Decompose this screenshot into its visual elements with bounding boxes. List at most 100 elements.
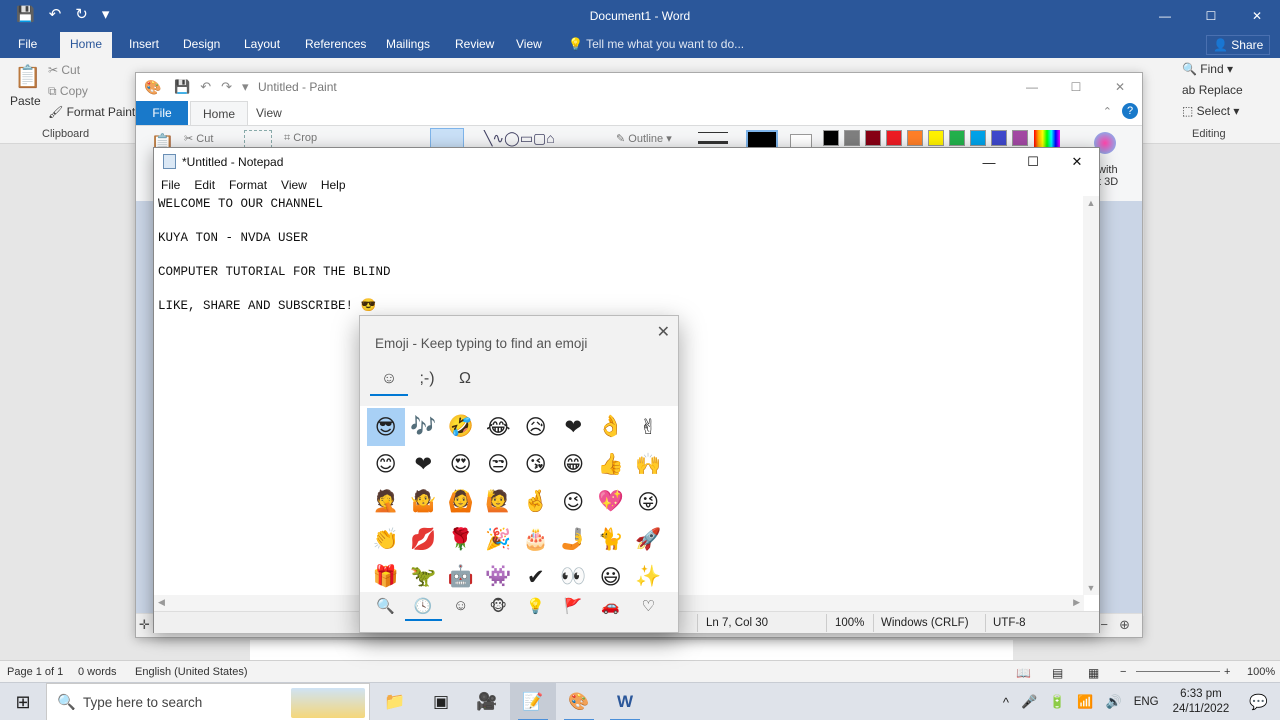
word-close-button[interactable]: ✕ <box>1234 0 1280 32</box>
battery-icon[interactable]: 🔋 <box>1043 694 1071 710</box>
zoom-app-icon[interactable]: 🎥 <box>464 683 510 720</box>
emoji-cell[interactable]: 😘 <box>517 446 555 484</box>
notepad-taskbar-icon[interactable]: 📝 <box>510 683 556 720</box>
emoji-cell[interactable]: 💖 <box>592 483 630 521</box>
palette-swatch[interactable] <box>970 130 986 146</box>
emoji-cell[interactable]: 🎶 <box>405 408 443 446</box>
paint-close-button[interactable]: ✕ <box>1098 73 1142 101</box>
notepad-vertical-scrollbar[interactable]: ▲ ▼ <box>1083 196 1099 595</box>
paint-zoom-in-icon[interactable]: ⊕ <box>1119 617 1130 633</box>
smiley-category-icon[interactable]: ☺ <box>442 597 480 621</box>
notification-center-icon[interactable]: 💬 <box>1237 693 1280 711</box>
scroll-right-arrow-icon[interactable]: ▶ <box>1073 597 1080 608</box>
palette-swatch[interactable] <box>865 130 881 146</box>
animals-category-icon[interactable]: 🐵 <box>480 597 518 621</box>
search-highlight-image[interactable] <box>291 688 365 718</box>
volume-icon[interactable]: 🔊 <box>1100 694 1128 710</box>
page-count[interactable]: Page 1 of 1 <box>7 666 63 678</box>
read-mode-icon[interactable]: 📖 <box>1016 666 1031 680</box>
emoji-cell[interactable]: 😜 <box>630 483 668 521</box>
emoji-cell[interactable]: 🤞 <box>517 483 555 521</box>
emoji-cell[interactable]: 🙋 <box>480 483 518 521</box>
emoji-cell[interactable]: 👏 <box>367 521 405 559</box>
symbols-category-icon[interactable]: ♡ <box>630 597 668 621</box>
paint-undo-icon[interactable]: ↶ <box>200 79 211 95</box>
paint-outline-dropdown[interactable]: ✎ Outline ▾ <box>616 132 672 145</box>
word-count[interactable]: 0 words <box>78 666 117 678</box>
kaomoji-tab-icon[interactable]: ;-) <box>408 370 446 396</box>
emoji-cell[interactable]: 😂 <box>480 408 518 446</box>
emoji-cell[interactable]: 🙆 <box>442 483 480 521</box>
word-tab-mailings[interactable]: Mailings <box>386 37 430 51</box>
emoji-cell[interactable]: 🤦 <box>367 483 405 521</box>
zoom-slider[interactable] <box>1136 671 1220 672</box>
emoji-cell[interactable]: 🎉 <box>480 521 518 559</box>
emoji-cell[interactable]: 🙌 <box>630 446 668 484</box>
emoji-cell[interactable]: 😒 <box>480 446 518 484</box>
zoom-out-button[interactable]: − <box>1120 666 1126 678</box>
file-explorer-icon[interactable]: 📁 <box>372 683 418 720</box>
paint-tab-view[interactable]: View <box>256 106 282 120</box>
microphone-icon[interactable]: 🎤 <box>1015 694 1043 710</box>
word-minimize-button[interactable]: — <box>1142 0 1188 32</box>
paint-crop-button[interactable]: ⌗ Crop <box>284 132 317 145</box>
paint-minimize-button[interactable]: — <box>1010 73 1054 101</box>
cut-button[interactable]: ✂ Cut <box>48 63 80 77</box>
emoji-cell[interactable]: 😊 <box>367 446 405 484</box>
emoji-cell[interactable]: 😍 <box>442 446 480 484</box>
format-painter-button[interactable]: 🖌 Format Painter <box>48 105 146 119</box>
emoji-cell[interactable]: 🤷 <box>405 483 443 521</box>
zoom-in-button[interactable]: + <box>1224 666 1230 678</box>
scroll-down-arrow-icon[interactable]: ▼ <box>1083 583 1099 593</box>
paint-tab-file[interactable]: File <box>136 101 188 125</box>
taskbar-search-box[interactable]: 🔍 Type here to search <box>46 683 370 720</box>
replace-button[interactable]: ab Replace <box>1182 83 1243 97</box>
web-layout-icon[interactable]: ▦ <box>1088 666 1099 680</box>
find-button[interactable]: 🔍 Find ▾ <box>1182 62 1233 76</box>
emoji-panel-close-icon[interactable]: ✕ <box>657 322 670 342</box>
word-tab-layout[interactable]: Layout <box>244 37 280 51</box>
palette-swatch[interactable] <box>907 130 923 146</box>
word-tab-design[interactable]: Design <box>183 37 220 51</box>
emoji-cell[interactable]: 👍 <box>592 446 630 484</box>
paint-select-icon[interactable] <box>244 130 272 148</box>
emoji-cell[interactable]: 💋 <box>405 521 443 559</box>
emoji-cell[interactable]: 🎂 <box>517 521 555 559</box>
emoji-cell[interactable]: 🤣 <box>442 408 480 446</box>
word-tab-references[interactable]: References <box>305 37 366 51</box>
start-button-icon[interactable]: ⊞ <box>0 683 46 720</box>
emoji-cell[interactable]: 🌹 <box>442 521 480 559</box>
emoji-cell[interactable]: 👌 <box>592 408 630 446</box>
emoji-cell[interactable]: ❤ <box>555 408 593 446</box>
word-tab-view[interactable]: View <box>516 37 542 51</box>
taskbar-clock[interactable]: 6:33 pm 24/11/2022 <box>1165 687 1238 717</box>
paint-maximize-button[interactable]: ☐ <box>1054 73 1098 101</box>
paint-tab-home[interactable]: Home <box>190 101 249 125</box>
emoji-cell[interactable]: 🚀 <box>630 521 668 559</box>
emoji-cell[interactable]: 👾 <box>480 558 518 596</box>
wifi-icon[interactable]: 📶 <box>1071 694 1099 710</box>
emoji-cell[interactable]: 🦖 <box>405 558 443 596</box>
palette-swatch[interactable] <box>823 130 839 146</box>
emoji-cell[interactable]: 😉 <box>555 483 593 521</box>
paint-customize-icon[interactable]: ▾ <box>242 79 249 95</box>
notepad-menu-format[interactable]: Format <box>222 176 274 196</box>
paste-icon[interactable]: 📋 <box>14 64 41 90</box>
scroll-up-arrow-icon[interactable]: ▲ <box>1083 198 1099 208</box>
palette-swatch[interactable] <box>991 130 1007 146</box>
copy-button[interactable]: ⧉ Copy <box>48 84 88 99</box>
emoji-cell[interactable]: 😃 <box>592 558 630 596</box>
paste-button[interactable]: Paste <box>10 94 41 108</box>
word-maximize-button[interactable]: ☐ <box>1188 0 1234 32</box>
word-tab-insert[interactable]: Insert <box>129 37 159 51</box>
word-tab-home[interactable]: Home <box>60 32 113 58</box>
emoji-cell[interactable]: ❤ <box>405 446 443 484</box>
emoji-cell[interactable]: ✨ <box>630 558 668 596</box>
emoji-cell[interactable]: 👀 <box>555 558 593 596</box>
emoji-cell[interactable]: ✌ <box>630 408 668 446</box>
emoji-cell[interactable]: 🤳 <box>555 521 593 559</box>
emoji-tab-icon[interactable]: ☺ <box>370 370 408 396</box>
paint-save-icon[interactable]: 💾 <box>174 79 190 95</box>
emoji-cell[interactable]: 🎁 <box>367 558 405 596</box>
language-status[interactable]: English (United States) <box>135 666 248 678</box>
